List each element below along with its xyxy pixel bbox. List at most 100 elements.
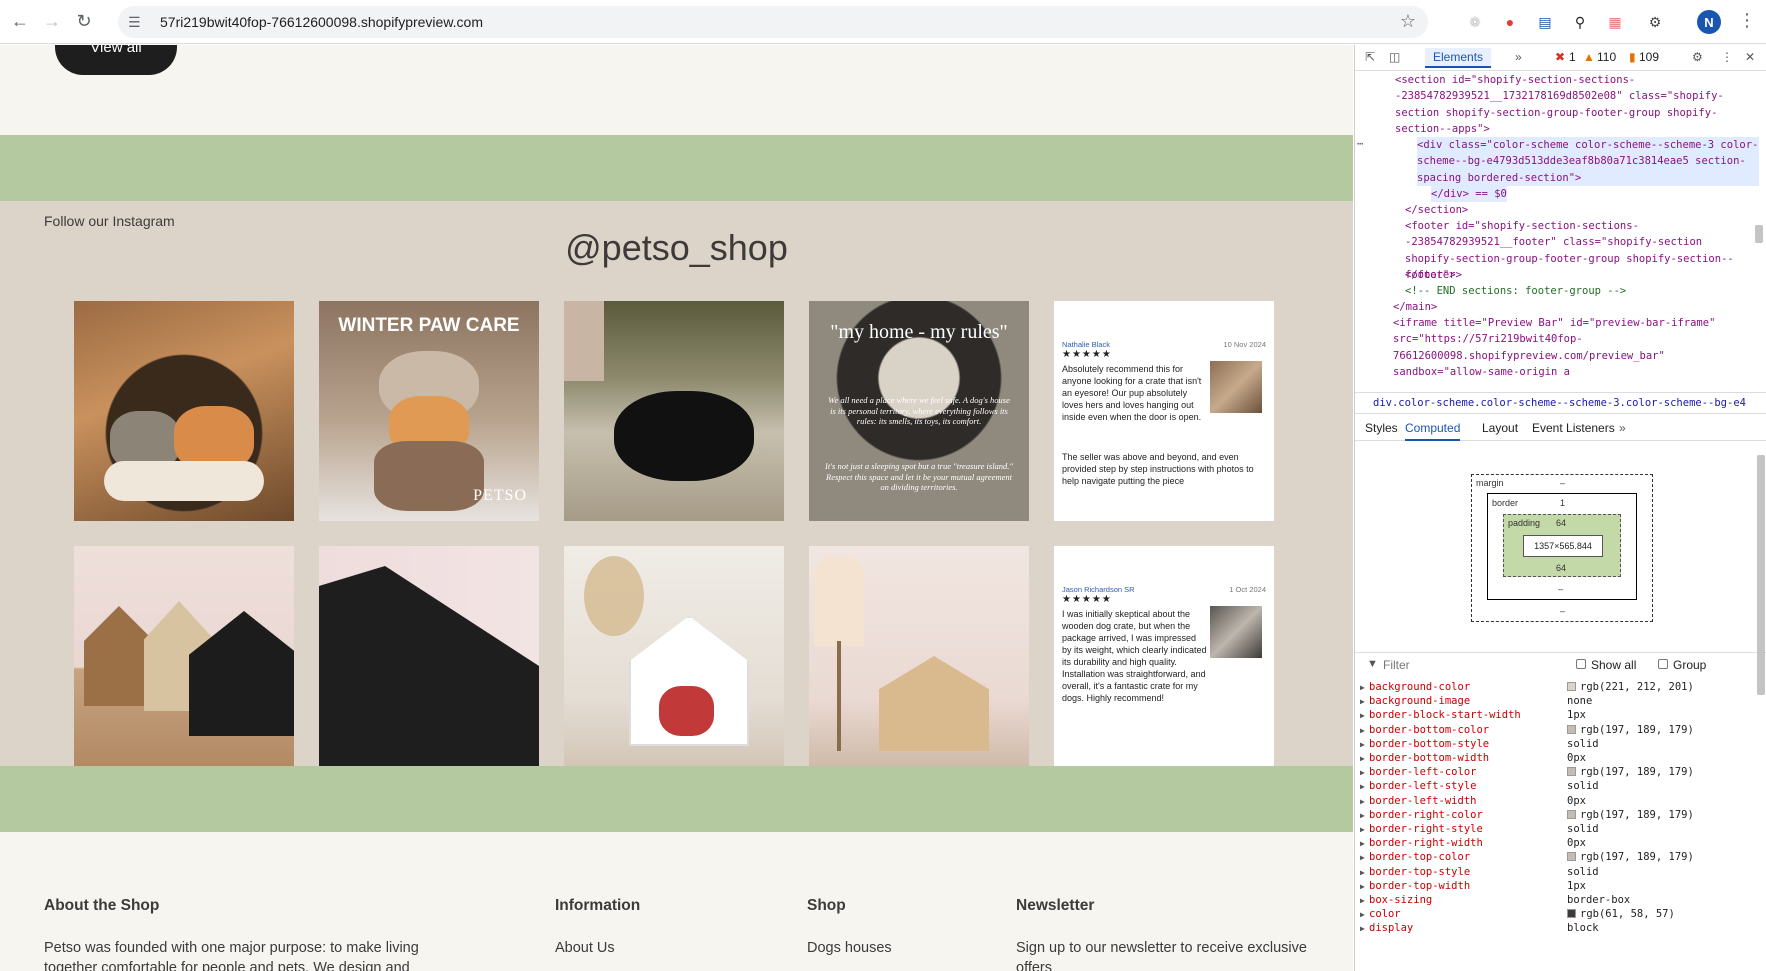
- instagram-handle[interactable]: @petso_shop: [0, 227, 1353, 269]
- expand-arrow-icon[interactable]: ▶: [1360, 908, 1365, 922]
- dom-tree[interactable]: <section id="shopify-section-sections--2…: [1355, 72, 1766, 417]
- dom-node-div-selected[interactable]: <div class="color-scheme color-scheme--s…: [1417, 137, 1759, 186]
- instagram-post-cats[interactable]: [74, 301, 294, 521]
- computed-property-row[interactable]: ▶ border-block-start-width 1px: [1355, 708, 1755, 722]
- expand-arrow-icon[interactable]: ▶: [1360, 752, 1365, 766]
- forward-icon[interactable]: →: [38, 8, 66, 36]
- computed-property-row[interactable]: ▶ border-left-width 0px: [1355, 794, 1755, 808]
- dom-node-close-main[interactable]: </main>: [1393, 299, 1437, 315]
- devtools-menu-icon[interactable]: ⋮: [1721, 50, 1733, 64]
- extension-icon[interactable]: ▤: [1533, 10, 1557, 34]
- close-devtools-icon[interactable]: ✕: [1745, 50, 1755, 64]
- computed-property-row[interactable]: ▶ display block: [1355, 921, 1755, 935]
- group-checkbox[interactable]: [1658, 659, 1668, 669]
- show-all-checkbox[interactable]: [1576, 659, 1586, 669]
- extensions-puzzle-icon[interactable]: ⚙: [1643, 10, 1667, 34]
- expand-arrow-icon[interactable]: ▶: [1360, 837, 1365, 851]
- computed-property-row[interactable]: ▶ color rgb(61, 58, 57): [1355, 907, 1755, 921]
- border-bottom-value[interactable]: –: [1558, 584, 1563, 594]
- filter-input[interactable]: Filter: [1383, 658, 1410, 672]
- more-panels-icon[interactable]: »: [1619, 421, 1626, 435]
- profile-avatar[interactable]: N: [1697, 10, 1721, 34]
- computed-property-row[interactable]: ▶ border-right-width 0px: [1355, 836, 1755, 850]
- dom-comment[interactable]: <!-- END sections: footer-group -->: [1405, 283, 1626, 299]
- view-all-button[interactable]: View all: [55, 45, 177, 75]
- breadcrumb[interactable]: div.color-scheme.color-scheme--scheme-3.…: [1355, 392, 1766, 414]
- location-icon[interactable]: ⚲: [1568, 10, 1592, 34]
- site-info-icon[interactable]: ☰: [128, 14, 150, 31]
- computed-property-row[interactable]: ▶ background-color rgb(221, 212, 201): [1355, 680, 1755, 694]
- computed-property-row[interactable]: ▶ border-left-color rgb(197, 189, 179): [1355, 765, 1755, 779]
- tab-styles[interactable]: Styles: [1365, 421, 1398, 435]
- computed-property-row[interactable]: ▶ border-bottom-width 0px: [1355, 751, 1755, 765]
- border-top-value[interactable]: 1: [1560, 498, 1565, 508]
- footer-link-dogs-houses[interactable]: Dogs houses: [807, 938, 892, 958]
- issues-icon[interactable]: ▮: [1629, 50, 1636, 64]
- margin-top-value[interactable]: –: [1560, 478, 1565, 488]
- dom-node-close-section[interactable]: </section>: [1405, 202, 1468, 218]
- expand-arrow-icon[interactable]: ▶: [1360, 681, 1365, 695]
- instagram-post-wood-crate[interactable]: [809, 546, 1029, 766]
- color-swatch[interactable]: [1567, 767, 1576, 777]
- expand-arrow-icon[interactable]: ▶: [1360, 809, 1365, 823]
- warning-icon[interactable]: ▲: [1583, 50, 1595, 64]
- computed-property-row[interactable]: ▶ box-sizing border-box: [1355, 893, 1755, 907]
- expand-arrow-icon[interactable]: ▶: [1360, 738, 1365, 752]
- extension-icon[interactable]: ●: [1498, 10, 1522, 34]
- reload-icon[interactable]: ↻: [70, 8, 98, 36]
- expand-arrow-icon[interactable]: ▶: [1360, 724, 1365, 738]
- tab-event-listeners[interactable]: Event Listeners: [1532, 421, 1615, 435]
- footer-link-about[interactable]: About Us: [555, 938, 615, 958]
- instagram-post-review[interactable]: Nathalie Black 10 Nov 2024 ★★★★★ Absolut…: [1054, 301, 1274, 521]
- back-icon[interactable]: ←: [6, 8, 34, 36]
- dom-scrollbar[interactable]: [1755, 225, 1763, 243]
- expand-arrow-icon[interactable]: ▶: [1360, 894, 1365, 908]
- color-swatch[interactable]: [1567, 809, 1576, 819]
- instagram-post-white-house[interactable]: [564, 546, 784, 766]
- settings-gear-icon[interactable]: ⚙: [1692, 50, 1703, 64]
- expand-arrow-icon[interactable]: ▶: [1360, 922, 1365, 936]
- computed-property-row[interactable]: ▶ border-left-style solid: [1355, 779, 1755, 793]
- padding-bottom-value[interactable]: 64: [1556, 563, 1566, 573]
- expand-arrow-icon[interactable]: ▶: [1360, 880, 1365, 894]
- computed-property-row[interactable]: ▶ border-top-width 1px: [1355, 879, 1755, 893]
- expand-arrow-icon[interactable]: ▶: [1360, 780, 1365, 794]
- error-icon[interactable]: ✖: [1555, 50, 1565, 64]
- bookmark-star-icon[interactable]: ☆: [1400, 11, 1416, 32]
- tab-computed[interactable]: Computed: [1405, 421, 1461, 441]
- instagram-post-winter[interactable]: WINTER PAW CARE PETSO: [319, 301, 539, 521]
- address-bar[interactable]: ☰ 57ri219bwit40fop-76612600098.shopifypr…: [118, 6, 1428, 38]
- instagram-post-black-house[interactable]: [319, 546, 539, 766]
- color-swatch[interactable]: [1567, 682, 1576, 691]
- instagram-post-houses[interactable]: [74, 546, 294, 766]
- color-swatch[interactable]: [1567, 852, 1576, 862]
- color-swatch[interactable]: [1567, 909, 1576, 919]
- dom-node-close-footer[interactable]: </footer>: [1405, 267, 1462, 283]
- dom-node-section[interactable]: <section id="shopify-section-sections--2…: [1395, 72, 1765, 137]
- expand-arrow-icon[interactable]: ▶: [1360, 795, 1365, 809]
- dom-node-iframe[interactable]: <iframe title="Preview Bar" id="preview-…: [1393, 315, 1753, 380]
- computed-property-row[interactable]: ▶ border-bottom-style solid: [1355, 737, 1755, 751]
- expand-arrow-icon[interactable]: ▶: [1360, 709, 1365, 723]
- computed-property-row[interactable]: ▶ border-top-style solid: [1355, 865, 1755, 879]
- padding-top-value[interactable]: 64: [1556, 518, 1566, 528]
- computed-property-row[interactable]: ▶ border-bottom-color rgb(197, 189, 179): [1355, 723, 1755, 737]
- tab-elements[interactable]: Elements: [1425, 48, 1492, 68]
- inspect-icon[interactable]: ⇱: [1365, 50, 1375, 64]
- instagram-post-home-rules[interactable]: "my home - my rules" We all need a place…: [809, 301, 1029, 521]
- expand-arrow-icon[interactable]: ▶: [1360, 823, 1365, 837]
- computed-property-row[interactable]: ▶ background-image none: [1355, 694, 1755, 708]
- browser-menu-icon[interactable]: ⋮: [1738, 10, 1756, 31]
- sidebar-scrollbar[interactable]: [1757, 455, 1765, 695]
- more-tabs-icon[interactable]: »: [1515, 50, 1522, 64]
- margin-bottom-value[interactable]: –: [1560, 606, 1565, 616]
- computed-property-row[interactable]: ▶ border-top-color rgb(197, 189, 179): [1355, 850, 1755, 864]
- extension-icon[interactable]: ▦: [1603, 10, 1627, 34]
- instagram-post-dog-path[interactable]: [564, 301, 784, 521]
- dom-ellipsis-icon[interactable]: ⋯: [1357, 136, 1363, 152]
- instagram-post-review[interactable]: Jason Richardson SR 1 Oct 2024 ★★★★★ I w…: [1054, 546, 1274, 766]
- computed-property-row[interactable]: ▶ border-right-color rgb(197, 189, 179): [1355, 808, 1755, 822]
- color-swatch[interactable]: [1567, 724, 1576, 734]
- expand-arrow-icon[interactable]: ▶: [1360, 695, 1365, 709]
- content-size[interactable]: 1357×565.844: [1523, 535, 1603, 557]
